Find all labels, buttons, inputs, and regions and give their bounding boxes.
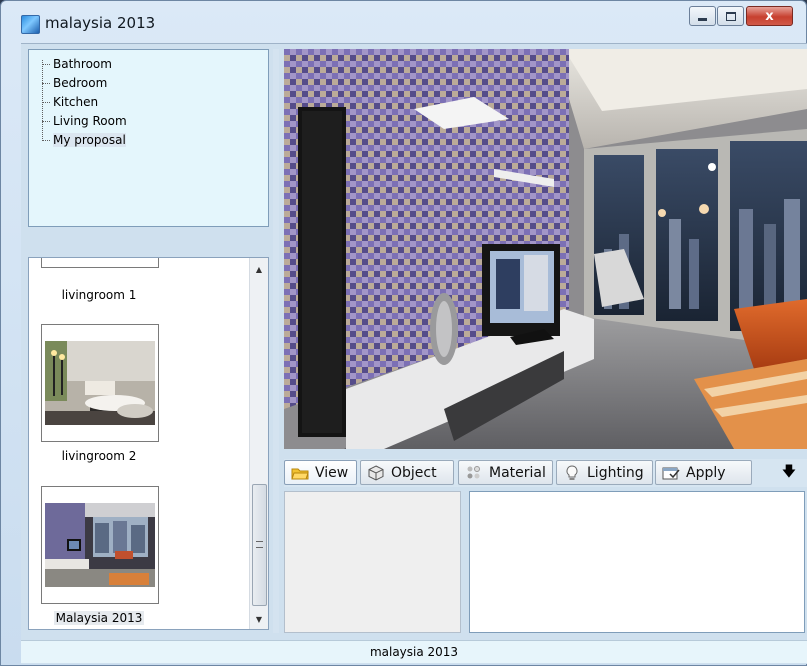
scroll-up-icon[interactable]: ▲ bbox=[250, 262, 268, 278]
status-bar: malaysia 2013 bbox=[21, 640, 807, 663]
thumbnail-image bbox=[45, 503, 155, 587]
folder-icon bbox=[291, 465, 309, 481]
tab-view[interactable]: View bbox=[284, 460, 357, 485]
palette-icon bbox=[465, 465, 483, 481]
thumbnail-livingroom-1[interactable] bbox=[41, 258, 159, 268]
window-title: malaysia 2013 bbox=[45, 14, 156, 32]
tree-item-label: Living Room bbox=[53, 114, 127, 128]
tree-item-label: Bathroom bbox=[53, 57, 112, 71]
thumbnail-list[interactable]: livingroom 1 livingroom 2 Malaysia 2013 … bbox=[28, 257, 269, 630]
tab-material-label: Material bbox=[489, 464, 546, 481]
minimize-icon bbox=[698, 17, 707, 21]
thumbnail-livingroom-2[interactable] bbox=[41, 324, 159, 442]
cube-icon bbox=[367, 464, 385, 481]
app-window: malaysia 2013 x Bathroom Bedroom Kitchen… bbox=[0, 0, 807, 666]
status-text: malaysia 2013 bbox=[369, 645, 459, 659]
client-area: Bathroom Bedroom Kitchen Living Room My … bbox=[21, 43, 807, 664]
room-render-image bbox=[284, 49, 807, 449]
property-list-pane[interactable] bbox=[284, 491, 461, 633]
tab-object[interactable]: Object bbox=[360, 460, 454, 485]
title-bar[interactable]: malaysia 2013 x bbox=[1, 1, 806, 43]
scroll-down-icon[interactable]: ▼ bbox=[250, 612, 268, 628]
thumbnail-label: Malaysia 2013 bbox=[53, 611, 145, 625]
property-detail-pane[interactable] bbox=[469, 491, 805, 633]
thumbnail-malaysia-2013[interactable] bbox=[41, 486, 159, 604]
tab-lighting-label: Lighting bbox=[587, 464, 644, 481]
render-viewport[interactable] bbox=[284, 49, 807, 449]
tree-item-my-proposal[interactable]: My proposal bbox=[29, 131, 268, 150]
tab-material[interactable]: Material bbox=[458, 460, 553, 485]
tree-item-label: Kitchen bbox=[53, 95, 99, 109]
tab-apply[interactable]: Apply bbox=[655, 460, 752, 485]
thumbnail-image bbox=[45, 341, 155, 425]
bulb-icon bbox=[563, 464, 581, 481]
more-down-arrow-icon[interactable]: 🡇 bbox=[775, 460, 803, 485]
tree-item-living-room[interactable]: Living Room bbox=[29, 112, 268, 131]
project-tree[interactable]: Bathroom Bedroom Kitchen Living Room My … bbox=[28, 49, 269, 227]
scrollbar-thumb[interactable] bbox=[252, 484, 267, 606]
apply-icon bbox=[662, 465, 680, 481]
property-tabs: View Object Material Lighting Apply 🡇 bbox=[284, 459, 807, 487]
maximize-button[interactable] bbox=[717, 6, 744, 26]
grip-icon bbox=[256, 541, 263, 548]
thumbnail-scrollbar[interactable]: ▲ ▼ bbox=[249, 258, 268, 629]
tree-item-kitchen[interactable]: Kitchen bbox=[29, 93, 268, 112]
tab-apply-label: Apply bbox=[686, 464, 726, 481]
thumbnail-label: livingroom 1 bbox=[61, 288, 137, 302]
close-button[interactable]: x bbox=[746, 6, 793, 26]
panel-splitter[interactable] bbox=[273, 49, 279, 633]
thumbnail-label: livingroom 2 bbox=[61, 449, 137, 463]
tree-item-label: Bedroom bbox=[53, 76, 108, 90]
tree-item-bedroom[interactable]: Bedroom bbox=[29, 74, 268, 93]
app-icon bbox=[21, 15, 40, 34]
tab-object-label: Object bbox=[391, 464, 437, 481]
tree-item-label: My proposal bbox=[53, 133, 126, 147]
tree-item-bathroom[interactable]: Bathroom bbox=[29, 55, 268, 74]
minimize-button[interactable] bbox=[689, 6, 716, 26]
tab-lighting[interactable]: Lighting bbox=[556, 460, 653, 485]
maximize-icon bbox=[725, 11, 736, 21]
tab-view-label: View bbox=[315, 464, 349, 481]
close-icon: x bbox=[765, 8, 774, 24]
